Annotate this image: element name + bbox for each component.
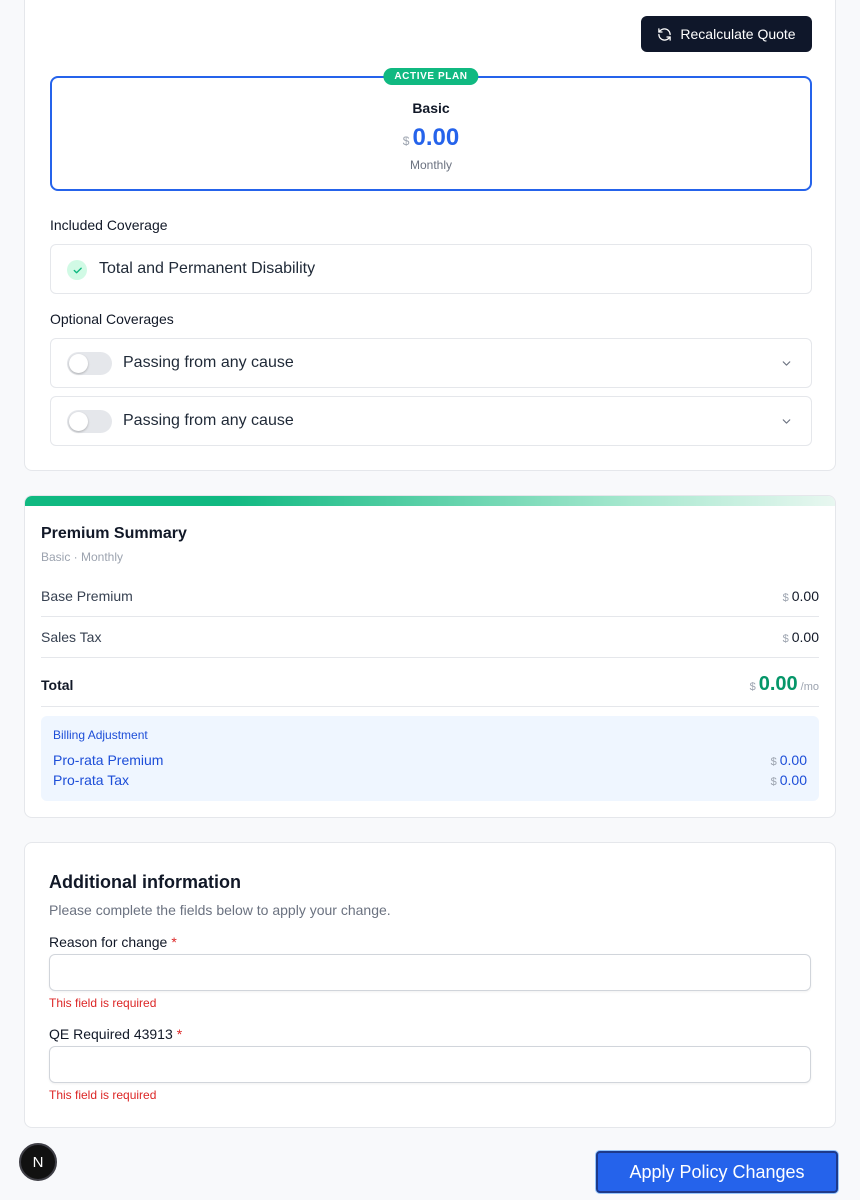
additional-information-title: Additional information [49,872,241,892]
recalculate-quote-button[interactable]: Recalculate Quote [641,16,812,52]
next-dev-tools-button[interactable]: N [19,1143,57,1181]
badge-letter: N [33,1154,44,1171]
optional-coverages-heading: Optional Coverages [50,311,174,327]
amount: 0.00 [791,629,819,645]
plan-price: $ 0.00 [52,124,810,152]
amount: 0.00 [791,588,819,604]
premium-summary-title: Premium Summary [41,525,187,542]
summary-accent-bar [25,496,835,506]
plan-price-currency: $ [402,134,410,148]
n-logo-icon: N [33,1154,44,1171]
plan-name: Basic [412,100,450,116]
billing-row-pro-rata-tax: Pro-rata Tax $ 0.00 [53,772,807,788]
billing-row-pro-rata-premium: Pro-rata Premium $ 0.00 [53,752,807,768]
billing-row-value: $ 0.00 [771,772,807,788]
billing-adjustment-title: Billing Adjustment [53,728,148,742]
summary-row-total: Total $ 0.00 /mo [41,673,819,696]
billing-row-value: $ 0.00 [771,752,807,768]
billing-row-label: Pro-rata Premium [53,752,164,768]
total-label: Total [41,676,74,693]
active-plan-card[interactable]: ACTIVE PLAN Basic $ 0.00 Monthly [50,68,812,191]
plan-price-amount: 0.00 [412,124,460,151]
refresh-icon [658,27,672,41]
summary-row-value: $ 0.00 [783,588,819,604]
apply-policy-changes-button[interactable]: Apply Policy Changes [596,1151,838,1193]
check-icon [67,260,87,280]
total-period: /mo [800,681,819,693]
summary-row-sales-tax: Sales Tax $ 0.00 [41,629,819,645]
required-mark: * [176,1026,183,1042]
amount: 0.00 [779,772,807,788]
summary-row-label: Sales Tax [41,629,102,645]
optional-coverage-item[interactable]: Passing from any cause [50,338,812,388]
reason-for-change-input[interactable] [49,954,811,991]
required-mark: * [171,934,177,950]
currency-symbol: $ [770,776,777,788]
included-coverage-label: Total and Permanent Disability [99,260,316,277]
field-label-text: QE Required 43913 [49,1026,173,1042]
field-label-text: Reason for change [49,934,168,950]
amount: 0.00 [779,752,807,768]
included-coverage-heading: Included Coverage [50,217,168,233]
chevron-down-icon[interactable] [780,415,793,428]
summary-row-base-premium: Base Premium $ 0.00 [41,588,819,604]
divider [41,657,819,658]
reason-for-change-label: Reason for change * [49,934,177,950]
currency-symbol: $ [782,633,789,645]
billing-row-label: Pro-rata Tax [53,772,129,788]
billing-adjustment-panel: Billing Adjustment Pro-rata Premium $ 0.… [41,716,819,801]
summary-row-label: Base Premium [41,588,133,604]
additional-information-card: Additional information Please complete t… [24,842,836,1128]
summary-row-value: $ 0.00 [783,629,819,645]
optional-coverage-item[interactable]: Passing from any cause [50,396,812,446]
total-amount: 0.00 [758,673,798,695]
toggle-knob [69,412,88,431]
currency-symbol: $ [782,592,789,604]
included-coverage-item: Total and Permanent Disability [50,244,812,294]
recalculate-quote-label: Recalculate Quote [680,26,796,42]
coverage-toggle[interactable] [67,410,112,433]
additional-information-description: Please complete the fields below to appl… [49,902,391,918]
currency-symbol: $ [770,756,777,768]
optional-coverage-label: Passing from any cause [123,412,294,429]
qe-required-input[interactable] [49,1046,811,1083]
qe-required-label: QE Required 43913 * [49,1026,182,1042]
reason-for-change-error: This field is required [49,996,157,1010]
optional-coverage-label: Passing from any cause [123,354,294,371]
currency-symbol: $ [749,681,756,693]
total-value: $ 0.00 /mo [750,673,819,696]
premium-summary-card: Premium Summary Basic · Monthly Base Pre… [24,495,836,818]
active-plan-badge: ACTIVE PLAN [383,68,479,85]
divider [41,706,819,707]
chevron-down-icon[interactable] [780,357,793,370]
toggle-knob [69,354,88,373]
divider [41,616,819,617]
premium-summary-subtitle: Basic · Monthly [41,550,124,564]
qe-required-error: This field is required [49,1088,157,1102]
coverage-toggle[interactable] [67,352,112,375]
plan-card: Recalculate Quote ACTIVE PLAN Basic $ 0.… [24,0,836,471]
plan-frequency: Monthly [409,158,453,172]
